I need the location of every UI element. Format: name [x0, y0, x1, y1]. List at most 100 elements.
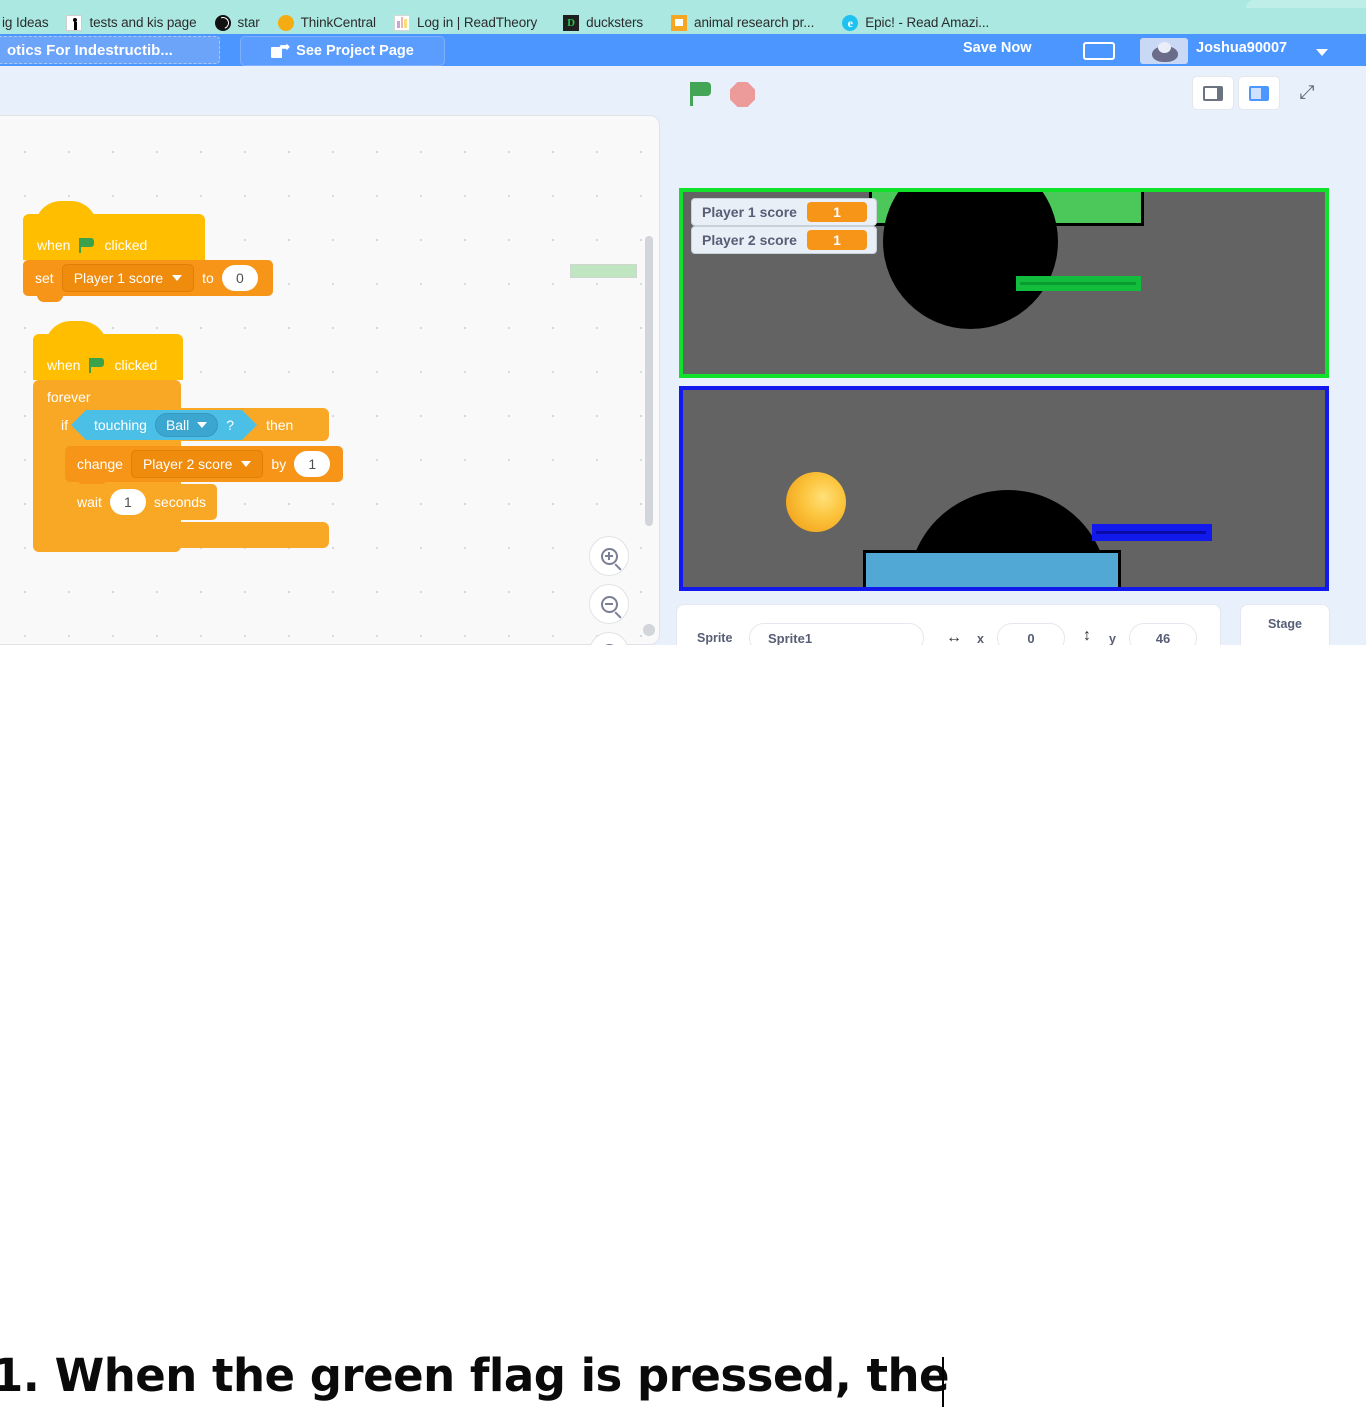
blue-paddle-line	[1096, 531, 1206, 534]
clicked-label: clicked	[104, 237, 148, 253]
change-value-input[interactable]: 1	[294, 451, 331, 477]
if-then-block[interactable]: if touching Ball ? then change Player 2 …	[49, 408, 343, 548]
fullscreen-icon: ⤢	[1299, 82, 1315, 103]
orange-dot-icon	[277, 14, 294, 31]
variable-name: Player 1 score	[73, 270, 164, 286]
chevron-down-icon	[241, 461, 252, 467]
scratch-menu-bar: otics For Indestructib... See Project Pa…	[0, 34, 1366, 66]
bookmark-item[interactable]: tests and kis page	[57, 11, 205, 35]
question-mark: ?	[226, 416, 235, 433]
project-title-field[interactable]: otics For Indestructib...	[0, 36, 220, 64]
username-label[interactable]: Joshua90007	[1196, 40, 1287, 56]
vertical-arrow-icon: ↕	[1083, 627, 1091, 644]
x-label: x	[977, 632, 984, 646]
change-variable-block[interactable]: change Player 2 score by 1	[65, 446, 343, 488]
stage-selector-title: Stage	[1267, 617, 1303, 631]
code-workspace[interactable]: when clicked set Player 1 score to 0 whe…	[0, 115, 660, 645]
bookmark-item[interactable]: animal research pr...	[662, 11, 823, 35]
bookmark-item[interactable]: e Epic! - Read Amazi...	[833, 11, 998, 35]
touching-target: Ball	[165, 416, 190, 433]
zoom-out-icon	[600, 595, 618, 613]
variable-dropdown[interactable]: Player 1 score	[61, 264, 195, 292]
wait-block[interactable]: wait 1 seconds	[65, 484, 217, 526]
y-label: y	[1109, 632, 1116, 646]
large-stage-button[interactable]	[1238, 76, 1280, 110]
sprite-label: Sprite	[697, 631, 733, 645]
if-block-footer	[49, 522, 329, 548]
when-flag-clicked-block[interactable]: when clicked	[33, 321, 183, 380]
chevron-down-icon	[197, 421, 208, 428]
green-flag-button[interactable]	[686, 80, 712, 106]
set-variable-block[interactable]: set Player 1 score to 0	[23, 260, 273, 302]
script-block-group-1[interactable]: when clicked set Player 1 score to 0	[23, 201, 283, 302]
fullscreen-button[interactable]: ⤢	[1286, 76, 1328, 110]
chevron-down-icon	[172, 275, 183, 281]
monitor-value: 1	[806, 202, 867, 222]
ducksters-icon: D	[563, 14, 580, 31]
avatar[interactable]	[1140, 38, 1188, 64]
bookmark-item[interactable]: star	[206, 11, 269, 35]
seconds-label: seconds	[153, 494, 207, 510]
see-project-page-label: See Project Page	[296, 43, 414, 59]
if-label: if	[61, 416, 68, 433]
blue-platform-sprite	[863, 550, 1121, 587]
bookmark-label: tests and kis page	[89, 15, 197, 30]
project-page-icon	[271, 39, 290, 58]
set-label: set	[35, 270, 54, 286]
variable-monitor[interactable]: Player 2 score 1	[691, 226, 877, 254]
mailbox-icon[interactable]	[1083, 42, 1115, 60]
wait-value-input[interactable]: 1	[109, 489, 146, 515]
bookmark-label: star	[237, 15, 260, 30]
bookmark-label: ducksters	[586, 15, 644, 30]
zoom-in-button[interactable]	[589, 536, 629, 576]
bookmark-item[interactable]: ThinkCentral	[269, 11, 385, 35]
monitor-label: Player 1 score	[702, 204, 797, 220]
script-block-group-2[interactable]: when clicked forever ↵ if touching	[33, 321, 343, 552]
bookmark-item[interactable]: D ducksters	[554, 11, 652, 35]
touching-boolean-block[interactable]: touching Ball ?	[70, 409, 258, 440]
stage-panel-top[interactable]: Player 1 score 1 Player 2 score 1	[679, 188, 1329, 378]
bookmark-item[interactable]: Log in | ReadTheory	[385, 11, 546, 35]
small-stage-layout-icon	[1203, 85, 1223, 101]
when-label: when	[47, 357, 81, 373]
stage-panel-bottom[interactable]	[679, 386, 1329, 591]
workspace-scroll-corner[interactable]	[643, 624, 655, 636]
zoom-out-button[interactable]	[589, 584, 629, 624]
caption-text: 1. When the green flag is pressed, the	[0, 1349, 950, 1402]
monitor-value: 1	[806, 230, 867, 250]
workspace-scrollbar-thumb[interactable]	[645, 236, 653, 526]
scratch-app-body: when clicked set Player 1 score to 0 whe…	[0, 66, 1366, 712]
bookmark-label: Epic! - Read Amazi...	[865, 15, 990, 30]
zoom-in-icon	[600, 547, 618, 565]
when-flag-clicked-block[interactable]: when clicked	[23, 201, 205, 260]
chevron-down-icon[interactable]	[1316, 49, 1328, 56]
small-stage-button[interactable]	[1192, 76, 1234, 110]
bookmark-label: ThinkCentral	[300, 15, 376, 30]
monitor-label: Player 2 score	[702, 232, 797, 248]
variable-name: Player 2 score	[142, 456, 233, 472]
touching-label: touching	[94, 416, 147, 433]
green-paddle-line	[1020, 282, 1136, 285]
bar-chart-icon	[393, 14, 410, 31]
forever-label: forever	[47, 389, 91, 405]
orange-ball-sprite	[786, 472, 846, 532]
variable-dropdown[interactable]: Player 2 score	[130, 450, 264, 478]
touching-target-dropdown[interactable]: Ball	[154, 412, 219, 437]
stop-button[interactable]	[730, 82, 755, 107]
black-ball-sprite	[883, 192, 1058, 329]
green-flag-icon	[79, 238, 95, 253]
save-now-button[interactable]: Save Now	[963, 40, 1032, 56]
orange-square-icon	[671, 14, 688, 31]
forever-block[interactable]: forever ↵ if touching Ball	[33, 380, 343, 552]
variable-monitor[interactable]: Player 1 score 1	[691, 198, 877, 226]
if-then-block-wrapper[interactable]: if touching Ball ? then change Player 2 …	[49, 408, 343, 548]
to-label: to	[202, 270, 214, 286]
when-label: when	[37, 237, 71, 253]
by-label: by	[271, 456, 287, 472]
caption-area: 1. When the green flag is pressed, the	[0, 645, 1366, 1407]
see-project-page-button[interactable]: See Project Page	[240, 36, 445, 66]
text-cursor	[942, 1357, 944, 1407]
bookmark-item[interactable]: ig Ideas	[0, 11, 57, 35]
set-value-input[interactable]: 0	[221, 265, 258, 291]
green-flag-icon	[89, 358, 105, 373]
